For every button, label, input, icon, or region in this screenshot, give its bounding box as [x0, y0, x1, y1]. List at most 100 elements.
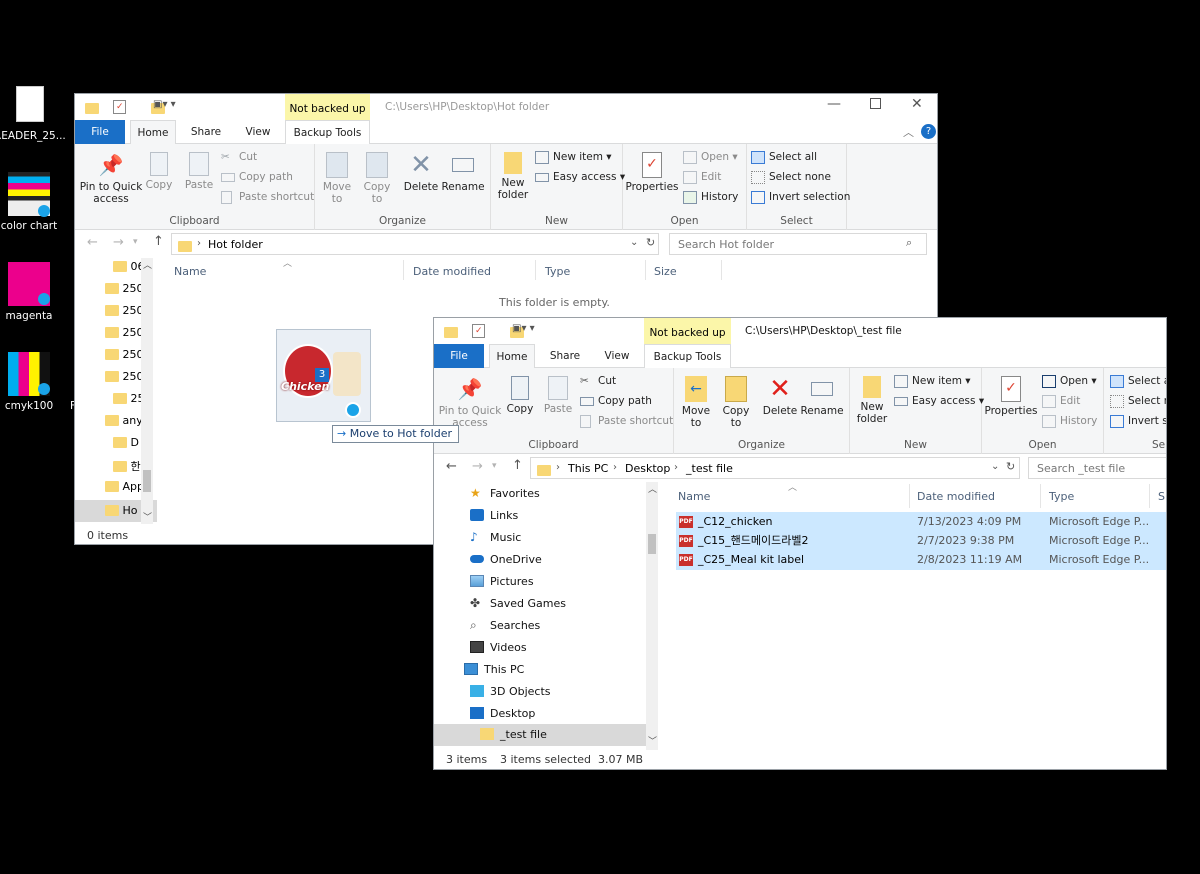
column-date-modified[interactable]: Date modified [917, 490, 995, 503]
tab-file[interactable]: File [434, 344, 484, 368]
tab-backup-tools[interactable]: Backup Tools [644, 344, 731, 368]
nav-item[interactable]: 250 [105, 304, 144, 317]
nav-item[interactable]: 250 [105, 282, 144, 295]
new-folder-button[interactable]: New folder [493, 152, 533, 201]
up-arrow-icon[interactable]: ↑ [512, 458, 523, 473]
move-to-button[interactable]: ← Move to [676, 376, 716, 429]
scroll-thumb[interactable] [648, 534, 656, 554]
scroll-down-icon[interactable]: ﹀ [143, 510, 152, 523]
select-all-button[interactable]: Select all [751, 149, 817, 166]
desktop-icon-cmyk100[interactable]: cmyk100 [0, 352, 70, 414]
pin-quick-access-button[interactable]: 📌 Pin to Quick access [438, 376, 502, 429]
tab-view[interactable]: View [594, 344, 640, 368]
column-type[interactable]: Type [545, 265, 570, 278]
nav-item-desktop[interactable]: Desktop [470, 703, 535, 725]
maximize-button[interactable] [870, 98, 881, 109]
column-date-modified[interactable]: Date modified [413, 265, 491, 278]
up-arrow-icon[interactable]: ↑ [153, 234, 164, 249]
column-size[interactable]: Size [654, 265, 677, 278]
minimize-button[interactable]: — [827, 96, 841, 112]
easy-access-button[interactable]: Easy access ▾ [894, 393, 984, 410]
copy-button[interactable]: Copy [502, 376, 538, 415]
column-size[interactable]: Si [1158, 490, 1166, 503]
new-folder-button[interactable]: New folder [852, 376, 892, 425]
move-to-button[interactable]: Move to [317, 152, 357, 205]
customize-qat-icon[interactable]: ▣▾ ▾ [512, 323, 535, 334]
tab-home[interactable]: Home [489, 344, 535, 368]
edit-button[interactable]: Edit [1042, 393, 1080, 410]
tab-file[interactable]: File [75, 120, 125, 144]
paste-shortcut-button[interactable]: Paste shortcut [580, 413, 673, 430]
delete-button[interactable]: ✕ Delete [760, 376, 800, 417]
nav-item[interactable]: D [113, 436, 139, 449]
table-row[interactable]: PDF _C25_Meal kit label 2/8/2023 11:19 A… [676, 550, 1166, 570]
nav-item[interactable]: App [105, 480, 144, 493]
history-button[interactable]: History [1042, 413, 1097, 430]
breadcrumb-test-file[interactable]: _test file [686, 462, 733, 475]
nav-scrollbar[interactable]: ︿ ﹀ [646, 482, 658, 750]
select-all-button[interactable]: Select al [1110, 373, 1166, 390]
nav-item-onedrive[interactable]: OneDrive [470, 549, 542, 571]
delete-button[interactable]: ✕ Delete [401, 152, 441, 193]
nav-item-favorites[interactable]: ★ Favorites [470, 483, 540, 505]
breadcrumb-hot-folder[interactable]: Hot folder [208, 238, 263, 251]
help-icon[interactable]: ? [921, 124, 936, 139]
open-button[interactable]: Open ▾ [683, 149, 738, 166]
forward-arrow-icon[interactable]: → [472, 459, 483, 474]
column-name[interactable]: Name [678, 490, 710, 503]
edit-button[interactable]: Edit [683, 169, 721, 186]
nav-item[interactable]: 250 [105, 348, 144, 361]
copy-path-button[interactable]: Copy path [221, 169, 293, 186]
scroll-up-icon[interactable]: ︿ [143, 258, 152, 271]
rename-button[interactable]: Rename [800, 376, 844, 417]
address-dropdown-icon[interactable]: ⌄ [991, 461, 999, 472]
properties-button[interactable]: ✓ Properties [984, 376, 1038, 417]
cut-button[interactable]: ✂ Cut [221, 149, 257, 166]
nav-item-music[interactable]: ♪ Music [470, 527, 521, 549]
nav-item[interactable]: any [105, 414, 143, 427]
paste-button[interactable]: Paste [181, 152, 217, 191]
nav-item-searches[interactable]: ⌕ Searches [470, 615, 540, 637]
scroll-thumb[interactable] [143, 470, 151, 492]
customize-qat-icon[interactable]: ▣▾ ▾ [153, 99, 176, 110]
pin-quick-access-button[interactable]: 📌 Pin to Quick access [79, 152, 143, 205]
desktop-icon-reader[interactable]: READER_25... [0, 86, 70, 146]
properties-qat-icon[interactable]: ✓ [472, 324, 485, 338]
nav-item-pictures[interactable]: Pictures [470, 571, 534, 593]
new-item-button[interactable]: New item ▾ [894, 373, 971, 390]
nav-item-saved-games[interactable]: ✤ Saved Games [470, 593, 566, 615]
nav-item[interactable]: 25 [113, 392, 145, 405]
properties-button[interactable]: ✓ Properties [625, 152, 679, 193]
address-dropdown-icon[interactable]: ⌄ [630, 237, 638, 248]
tab-share[interactable]: Share [183, 120, 229, 144]
desktop-icon-magenta[interactable]: magenta [0, 262, 70, 324]
search-box[interactable]: Search Hot folder ⌕ [669, 233, 927, 255]
copy-button[interactable]: Copy [141, 152, 177, 191]
easy-access-button[interactable]: Easy access ▾ [535, 169, 625, 186]
nav-item-links[interactable]: Links [470, 505, 518, 527]
forward-arrow-icon[interactable]: → [113, 235, 124, 250]
nav-item-this-pc[interactable]: This PC [464, 659, 524, 681]
collapse-ribbon-icon[interactable]: ︿ [903, 124, 914, 140]
column-type[interactable]: Type [1049, 490, 1074, 503]
scroll-down-icon[interactable]: ﹀ [648, 734, 657, 747]
back-arrow-icon[interactable]: ← [446, 459, 457, 474]
select-none-button[interactable]: Select no [1110, 393, 1166, 410]
scroll-up-icon[interactable]: ︿ [648, 482, 657, 495]
invert-selection-button[interactable]: Invert se [1110, 413, 1166, 430]
nav-item[interactable]: 250 [105, 370, 144, 383]
select-none-button[interactable]: Select none [751, 169, 831, 186]
nav-item[interactable]: 250 [105, 326, 144, 339]
rename-button[interactable]: Rename [441, 152, 485, 193]
copy-to-button[interactable]: Copy to [357, 152, 397, 205]
tab-backup-tools[interactable]: Backup Tools [285, 120, 370, 144]
cut-button[interactable]: ✂ Cut [580, 373, 616, 390]
paste-shortcut-button[interactable]: Paste shortcut [221, 189, 314, 206]
nav-item-videos[interactable]: Videos [470, 637, 527, 659]
nav-item-3d-objects[interactable]: 3D Objects [470, 681, 551, 703]
nav-scrollbar[interactable]: ︿ ﹀ [141, 258, 153, 524]
refresh-icon[interactable]: ↻ [1006, 460, 1015, 473]
recent-dropdown-icon[interactable]: ▾ [492, 461, 497, 471]
address-bar[interactable]: › This PC › Desktop › _test file ⌄ ↻ [530, 457, 1020, 479]
new-item-button[interactable]: New item ▾ [535, 149, 612, 166]
